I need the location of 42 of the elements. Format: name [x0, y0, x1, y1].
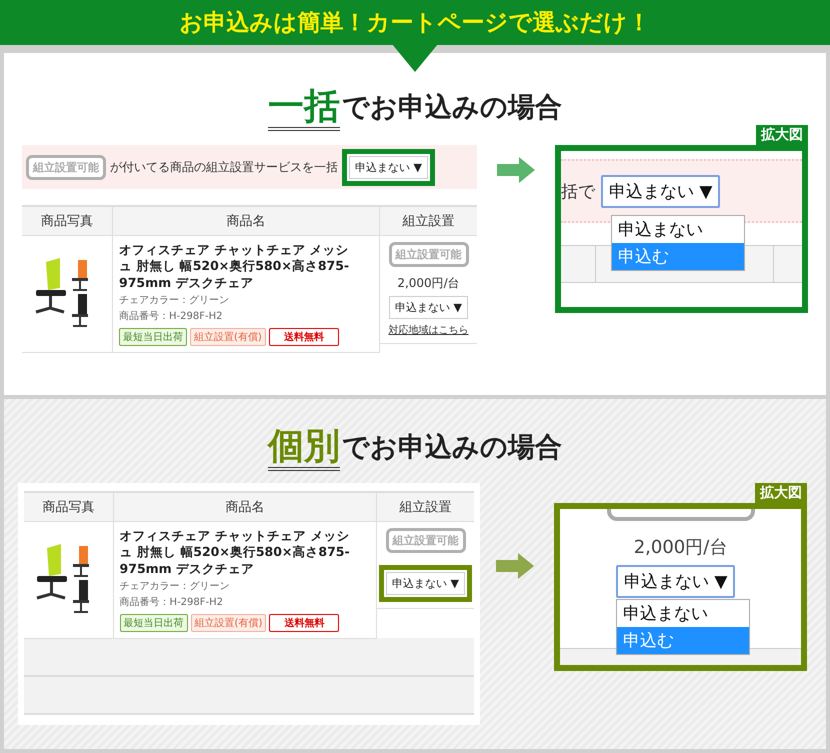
column-header: 商品写真 — [24, 492, 114, 522]
select-dropdown[interactable]: 申込まない ▼ — [386, 572, 465, 595]
column-header: 商品名 — [112, 206, 380, 236]
zoom-label: 拡大図 — [755, 483, 807, 503]
product-tag: 最短当日出荷 — [120, 614, 188, 632]
product-tag: 最短当日出荷 — [119, 328, 187, 346]
column-header: 商品写真 — [22, 206, 112, 236]
bulk-text: が付いてる商品の組立設置サービスを一括 — [110, 158, 338, 176]
heading-text: でお申込みの場合 — [342, 91, 562, 125]
product-number: 商品番号：H-298F-H2 — [119, 310, 224, 323]
product-tag: 組立設置(有償) — [190, 614, 266, 632]
select-dropdown[interactable]: 申込まない ▼ — [349, 156, 428, 178]
select-dropdown[interactable]: 申込まない ▼ — [616, 565, 736, 598]
product-tag: 組立設置(有償) — [190, 328, 266, 346]
select-dropdown[interactable]: 申込まない ▼ — [601, 174, 720, 208]
heading-keyword: 個別 — [268, 427, 340, 471]
column-header: 組立設置 — [380, 206, 478, 236]
heading-text: でお申込みの場合 — [342, 431, 562, 465]
product-color: チェアカラー：グリーン — [120, 580, 231, 593]
product-color: チェアカラー：グリーン — [119, 294, 230, 307]
banner-title: お申込みは簡単！カートページで選ぶだけ！ — [180, 9, 650, 38]
price-text: 2,000円/台 — [397, 275, 460, 292]
column-header: 商品名 — [113, 492, 377, 522]
select-dropdown[interactable]: 申込まない ▼ — [389, 296, 468, 319]
zoom-label: 拡大図 — [756, 125, 808, 145]
heading-keyword: 一括 — [268, 87, 340, 131]
column-header: 組立設置 — [376, 492, 474, 522]
dropdown-option[interactable]: 申込まない — [617, 600, 749, 627]
product-name: オフィスチェア チャットチェア メッシュ 肘無し 幅520×奥行580×高さ875-975mm デスクチェア — [119, 242, 350, 291]
assembly-badge: 組立設置可能 — [26, 154, 106, 180]
product-number: 商品番号：H-298F-H2 — [120, 596, 224, 609]
arrow-icon — [496, 553, 534, 579]
product-name: オフィスチェア チャットチェア メッシュ 肘無し 幅520×奥行580×高さ875-975mm デスクチェア — [120, 528, 351, 577]
assembly-badge: 組立設置可能 — [388, 242, 469, 267]
assembly-badge: 組立設置可能 — [386, 528, 466, 553]
arrow-icon — [497, 157, 535, 183]
dropdown-option[interactable]: 申込まない — [612, 216, 744, 243]
product-tag: 送料無料 — [268, 328, 339, 346]
area-link[interactable]: 対応地域はこちら — [388, 323, 469, 337]
product-tag: 送料無料 — [269, 614, 340, 632]
price-text: 2,000円/台 — [632, 536, 728, 559]
zoom-text: 括で — [561, 180, 595, 202]
